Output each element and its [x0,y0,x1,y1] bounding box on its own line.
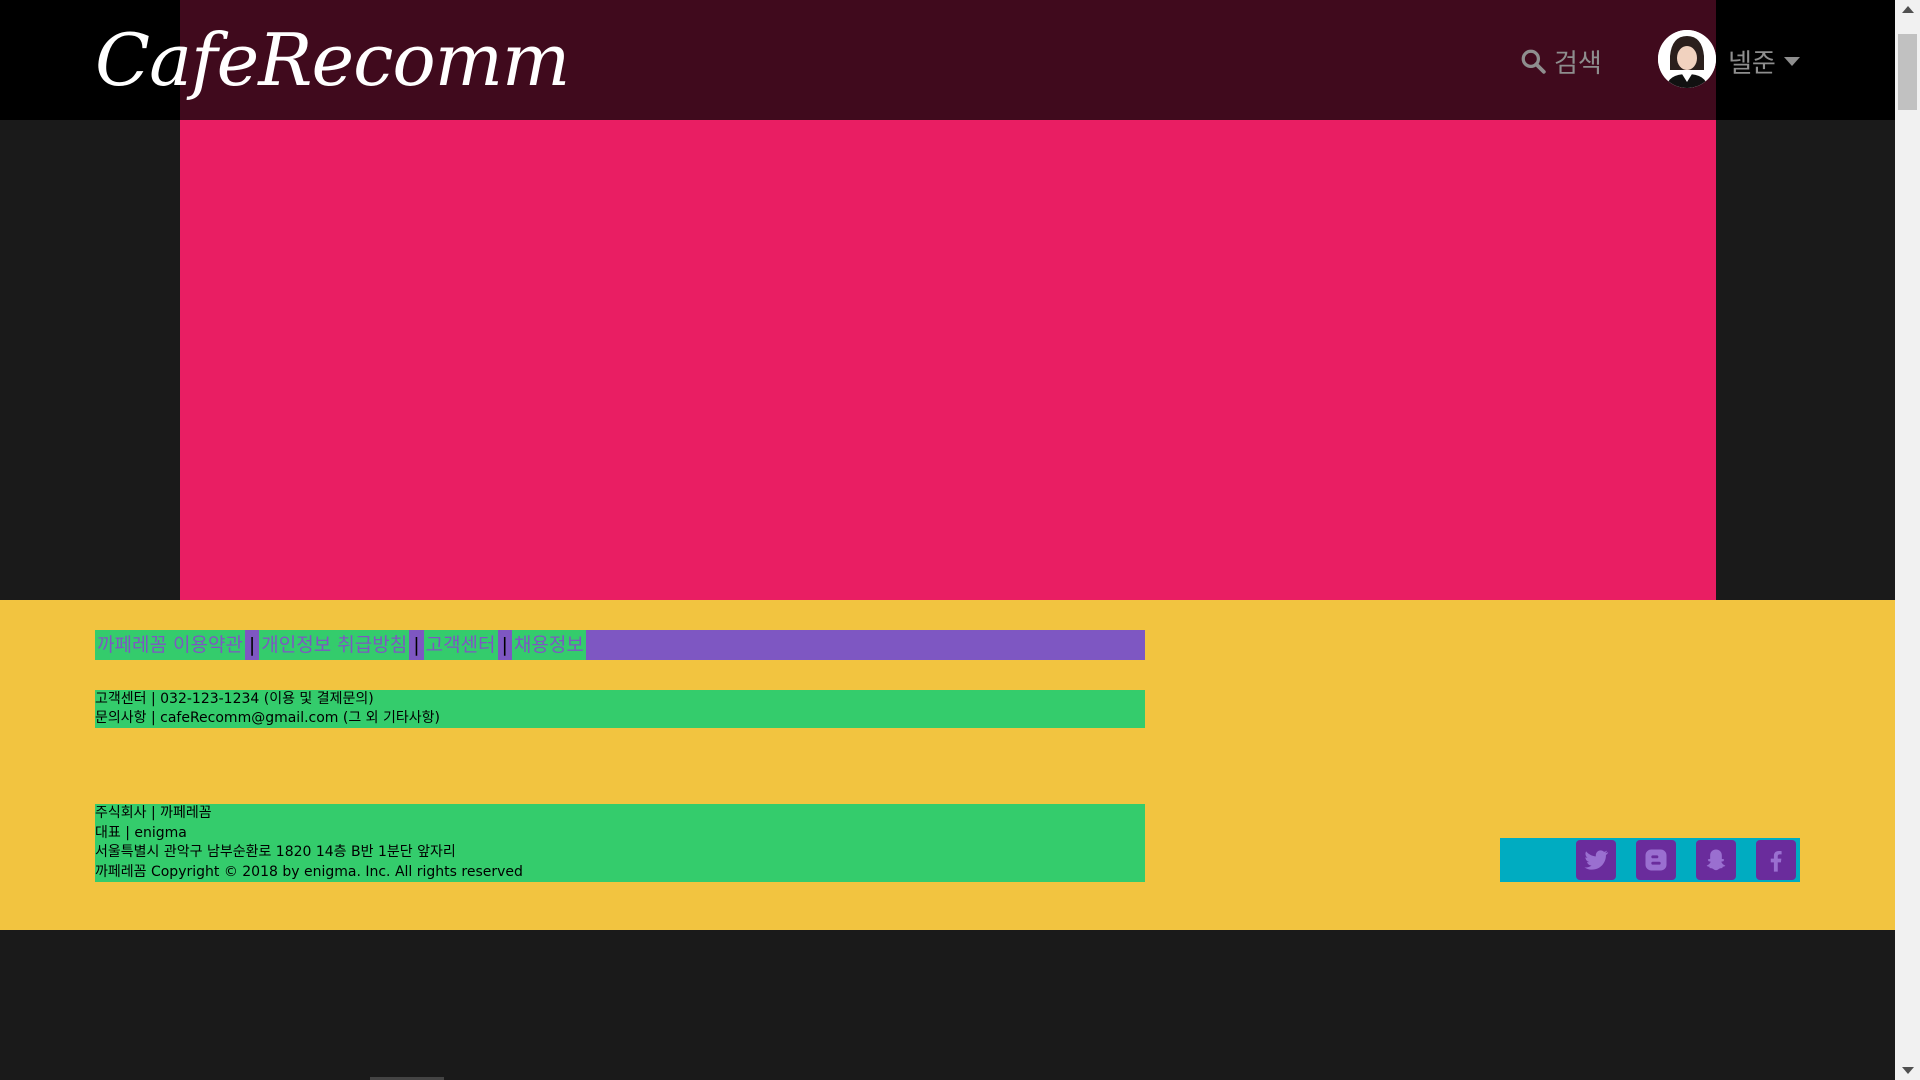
avatar[interactable] [1658,30,1716,88]
company-ceo: 대표 | enigma [95,824,187,841]
twitter-button[interactable] [1576,840,1616,880]
social-links [1500,838,1800,882]
search-icon [1521,49,1546,74]
snapchat-icon [1706,849,1726,871]
link-separator: | [413,634,420,656]
blogger-icon [1645,849,1667,871]
footer-links: 까페레꼼 이용약관 | 개인정보 취급방침 | 고객센터 | 채용정보 [95,630,1145,660]
link-separator: | [248,634,256,656]
company-info: 주식회사 | 까페레꼼 대표 | enigma 서울특별시 관악구 남부순환로 … [95,804,1145,882]
user-menu[interactable]: 넬준 [1728,42,1800,80]
twitter-icon [1584,850,1609,870]
site-logo[interactable]: CafeRecomm [95,6,615,114]
facebook-button[interactable] [1756,840,1796,880]
scrollbar-thumb[interactable] [1898,34,1917,110]
footer: 까페레꼼 이용약관 | 개인정보 취급방침 | 고객센터 | 채용정보 고객센터… [0,600,1895,930]
company-address: 서울특별시 관악구 남부순환로 1820 14층 B반 1분단 앞자리 [95,844,456,860]
contact-line-phone: 고객센터 | 032-123-1234 (이용 및 결제문의) [95,691,374,707]
vertical-scrollbar[interactable] [1895,0,1920,1080]
scroll-up-arrow-icon[interactable] [1902,6,1914,13]
company-name: 주식회사 | 까페레꼼 [95,805,212,821]
top-navbar: CafeRecomm 검색 넬준 [0,0,1895,120]
contact-line-email: 문의사항 | cafeRecomm@gmail.com (그 외 기타사항) [95,710,440,726]
copyright: 까페레꼼 Copyright © 2018 by enigma. Inc. Al… [95,863,523,880]
search-button[interactable]: 검색 [1520,42,1602,80]
facebook-icon [1770,851,1782,872]
customer-center-link[interactable]: 고객센터 [423,630,498,660]
search-label: 검색 [1554,48,1602,79]
terms-link[interactable]: 까페레꼼 이용약관 [95,630,245,660]
blogger-button[interactable] [1636,840,1676,880]
user-name: 넬준 [1728,48,1776,79]
contact-info: 고객센터 | 032-123-1234 (이용 및 결제문의) 문의사항 | c… [95,690,1145,728]
snapchat-button[interactable] [1696,840,1736,880]
caret-down-icon [1783,56,1800,66]
hero-banner [180,120,1716,600]
link-separator: | [501,634,508,656]
scroll-down-arrow-icon[interactable] [1902,1067,1914,1074]
privacy-link[interactable]: 개인정보 취급방침 [259,630,410,660]
careers-link[interactable]: 채용정보 [511,630,586,660]
